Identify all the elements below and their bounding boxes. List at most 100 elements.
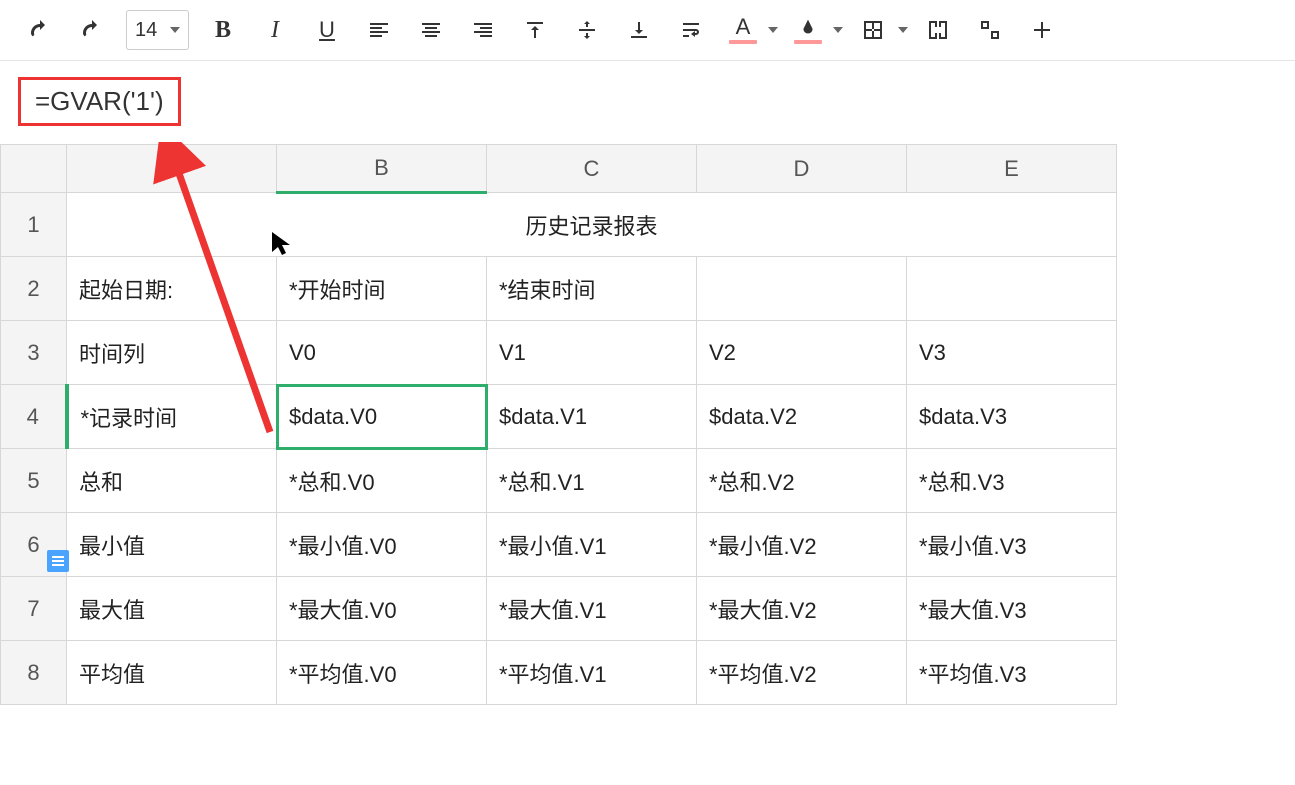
cell-D3[interactable]: V2 (697, 321, 907, 385)
cell-A7[interactable]: 最大值 (67, 577, 277, 641)
align-center-button[interactable] (409, 8, 453, 52)
cell-E2[interactable] (907, 257, 1117, 321)
cell-D2[interactable] (697, 257, 907, 321)
table-row: 3 时间列 V0 V1 V2 V3 (1, 321, 1117, 385)
italic-button[interactable]: I (253, 8, 297, 52)
underline-button[interactable]: U (305, 8, 349, 52)
table-row: 1 历史记录报表 (1, 193, 1117, 257)
cell-B2[interactable]: *开始时间 (277, 257, 487, 321)
unmerge-cells-icon (978, 18, 1002, 42)
align-left-icon (367, 18, 391, 42)
chevron-down-icon[interactable] (768, 27, 778, 33)
valign-bottom-button[interactable] (617, 8, 661, 52)
bold-button[interactable]: B (201, 8, 245, 52)
cell-D8[interactable]: *平均值.V2 (697, 641, 907, 705)
font-size-select[interactable]: 14 (126, 10, 189, 50)
cell-D6[interactable]: *最小值.V2 (697, 513, 907, 577)
col-head-A[interactable]: A (67, 145, 277, 193)
row-head-3[interactable]: 3 (1, 321, 67, 385)
cell-E6[interactable]: *最小值.V3 (907, 513, 1117, 577)
valign-top-button[interactable] (513, 8, 557, 52)
cell-C5[interactable]: *总和.V1 (487, 449, 697, 513)
cell-C7[interactable]: *最大值.V1 (487, 577, 697, 641)
cell-C3[interactable]: V1 (487, 321, 697, 385)
row-head-5[interactable]: 5 (1, 449, 67, 513)
cell-A5[interactable]: 总和 (67, 449, 277, 513)
cell-B8[interactable]: *平均值.V0 (277, 641, 487, 705)
undo-icon (28, 18, 52, 42)
cell-B7[interactable]: *最大值.V0 (277, 577, 487, 641)
cell-B4[interactable]: $data.V0 (277, 385, 487, 449)
col-head-D[interactable]: D (697, 145, 907, 193)
cell-E4[interactable]: $data.V3 (907, 385, 1117, 449)
col-head-B[interactable]: B (277, 145, 487, 193)
cell-D5[interactable]: *总和.V2 (697, 449, 907, 513)
table-row: 4 *记录时间 $data.V0 $data.V1 $data.V2 $data… (1, 385, 1117, 449)
align-center-icon (419, 18, 443, 42)
select-all-corner[interactable] (1, 145, 67, 193)
cell-C8[interactable]: *平均值.V1 (487, 641, 697, 705)
wrap-text-button[interactable] (669, 8, 713, 52)
cell-C6[interactable]: *最小值.V1 (487, 513, 697, 577)
cell-E8[interactable]: *平均值.V3 (907, 641, 1117, 705)
cell-B5[interactable]: *总和.V0 (277, 449, 487, 513)
redo-icon (80, 18, 104, 42)
cell-A2[interactable]: 起始日期: (67, 257, 277, 321)
valign-top-icon (523, 18, 547, 42)
cell-E5[interactable]: *总和.V3 (907, 449, 1117, 513)
valign-bottom-icon (627, 18, 651, 42)
cell-A8[interactable]: 平均值 (67, 641, 277, 705)
align-right-button[interactable] (461, 8, 505, 52)
borders-button[interactable] (851, 8, 895, 52)
col-head-C[interactable]: C (487, 145, 697, 193)
formula-input[interactable]: =GVAR('1') (18, 77, 181, 126)
wrap-text-icon (679, 18, 703, 42)
fill-color-swatch (794, 40, 822, 44)
cell-A3[interactable]: 时间列 (67, 321, 277, 385)
spreadsheet: A B C D E 1 历史记录报表 2 起始日期: *开始时间 *结束时间 3 (0, 144, 1295, 705)
font-color-button[interactable]: A (721, 8, 765, 52)
cell-E7[interactable]: *最大值.V3 (907, 577, 1117, 641)
align-right-icon (471, 18, 495, 42)
row-head-1[interactable]: 1 (1, 193, 67, 257)
redo-button[interactable] (70, 8, 114, 52)
cell-C4[interactable]: $data.V1 (487, 385, 697, 449)
fill-color-icon (797, 16, 819, 38)
font-color-swatch (729, 40, 757, 44)
fill-color-button[interactable] (786, 8, 830, 52)
sheet-table: A B C D E 1 历史记录报表 2 起始日期: *开始时间 *结束时间 3 (0, 144, 1117, 705)
col-head-E[interactable]: E (907, 145, 1117, 193)
cell-A6[interactable]: 最小值 (67, 513, 277, 577)
cell-E3[interactable]: V3 (907, 321, 1117, 385)
title-cell[interactable]: 历史记录报表 (67, 193, 1117, 257)
merge-cells-icon (926, 18, 950, 42)
chevron-down-icon[interactable] (898, 27, 908, 33)
row-head-4[interactable]: 4 (1, 385, 67, 449)
valign-middle-button[interactable] (565, 8, 609, 52)
borders-icon (861, 18, 885, 42)
merge-cells-button[interactable] (916, 8, 960, 52)
font-color-icon: A (736, 16, 751, 38)
cell-B6[interactable]: *最小值.V0 (277, 513, 487, 577)
cell-D4[interactable]: $data.V2 (697, 385, 907, 449)
row-head-8[interactable]: 8 (1, 641, 67, 705)
toolbar: 14 B I U A (0, 0, 1295, 61)
row-head-7[interactable]: 7 (1, 577, 67, 641)
align-left-button[interactable] (357, 8, 401, 52)
cell-D7[interactable]: *最大值.V2 (697, 577, 907, 641)
add-button[interactable] (1020, 8, 1064, 52)
list-row-marker-icon[interactable] (47, 550, 69, 572)
cell-C2[interactable]: *结束时间 (487, 257, 697, 321)
formula-bar: =GVAR('1') (0, 61, 1295, 136)
row-head-2[interactable]: 2 (1, 257, 67, 321)
unmerge-cells-button[interactable] (968, 8, 1012, 52)
chevron-down-icon[interactable] (833, 27, 843, 33)
table-row: 7 最大值 *最大值.V0 *最大值.V1 *最大值.V2 *最大值.V3 (1, 577, 1117, 641)
cell-A4[interactable]: *记录时间 (67, 385, 277, 449)
table-row: 2 起始日期: *开始时间 *结束时间 (1, 257, 1117, 321)
chevron-down-icon (170, 27, 180, 33)
undo-button[interactable] (18, 8, 62, 52)
table-row: 8 平均值 *平均值.V0 *平均值.V1 *平均值.V2 *平均值.V3 (1, 641, 1117, 705)
cell-B3[interactable]: V0 (277, 321, 487, 385)
valign-middle-icon (575, 18, 599, 42)
